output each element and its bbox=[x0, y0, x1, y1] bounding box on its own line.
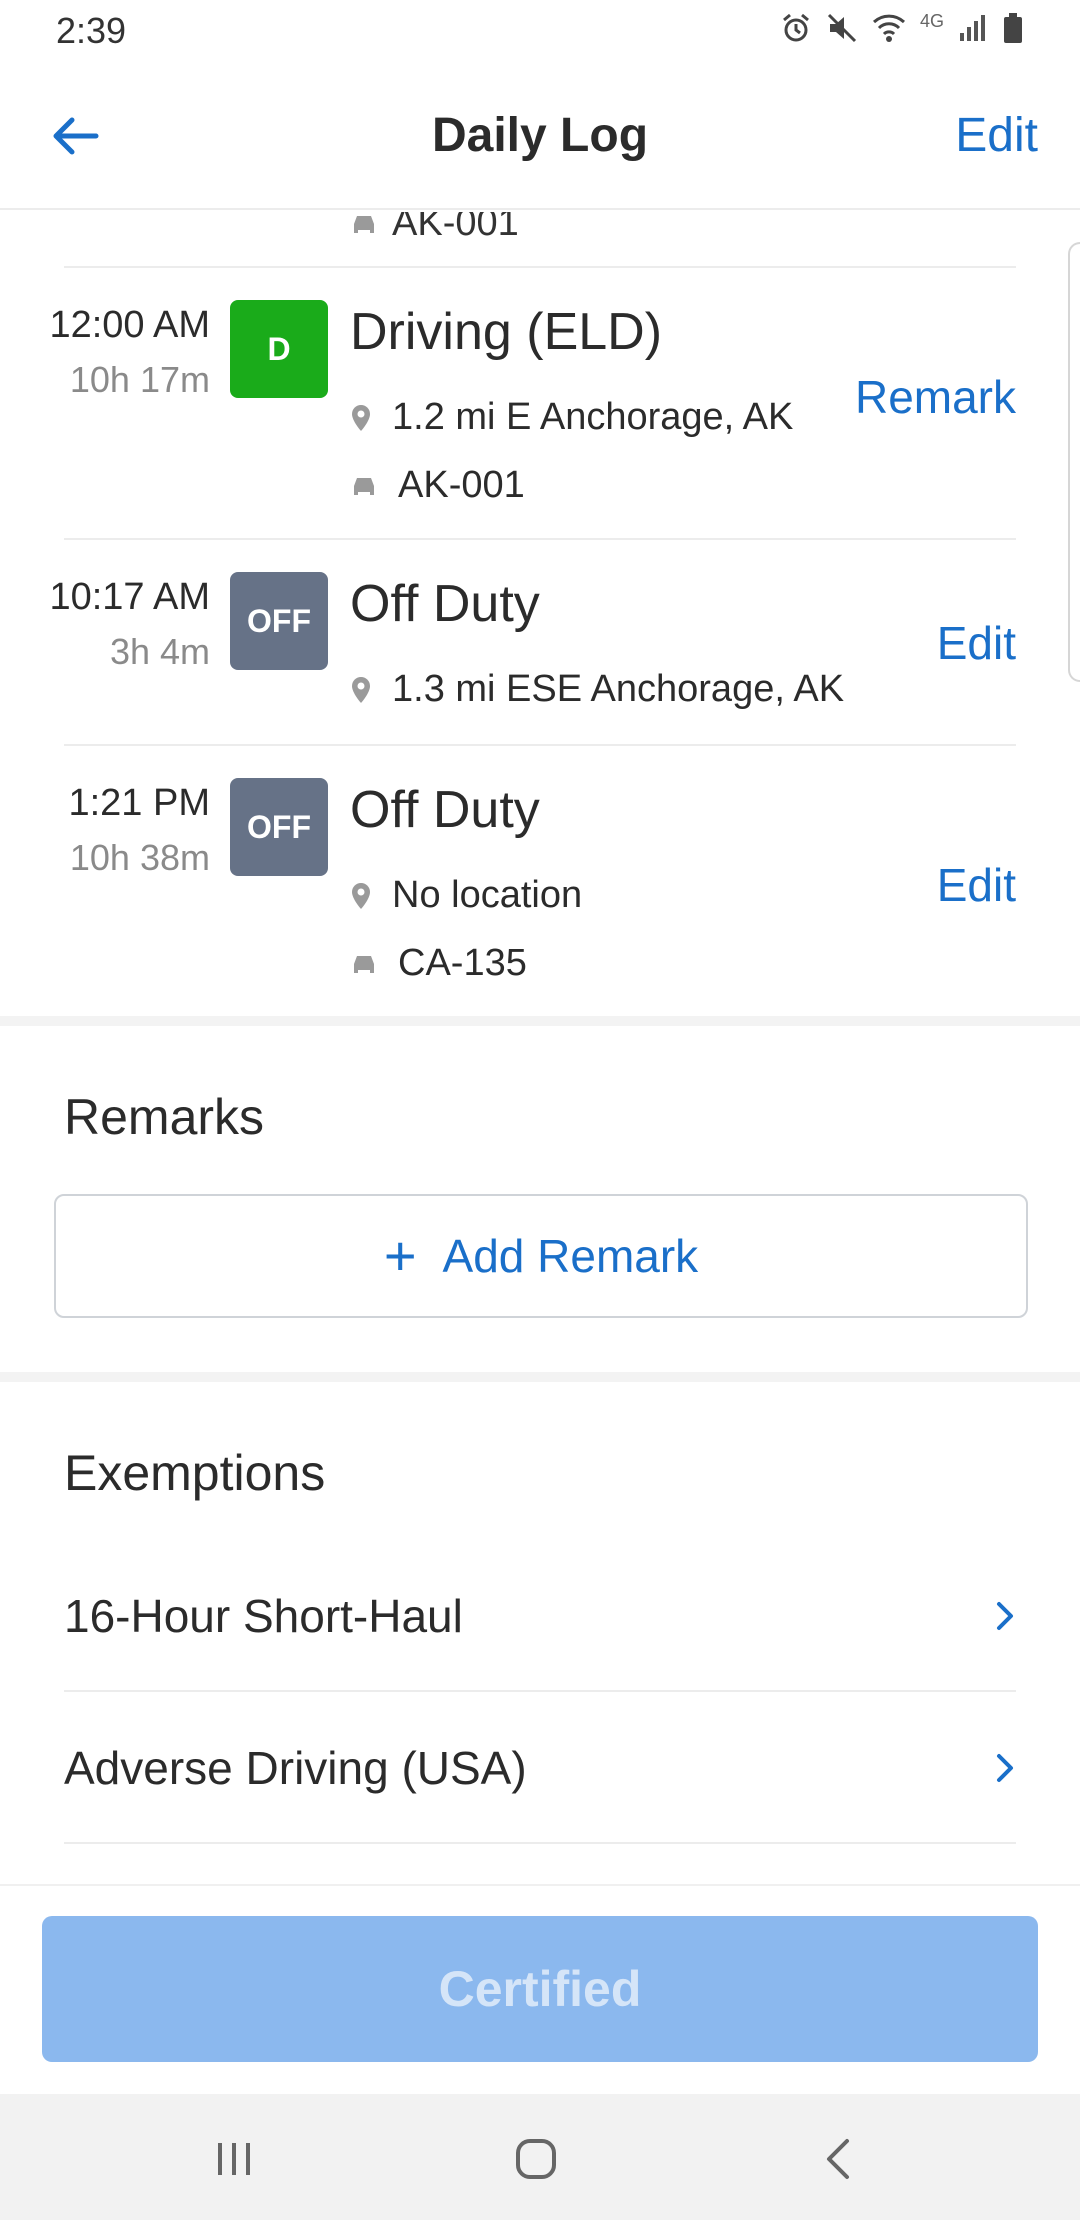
battery-icon bbox=[1004, 13, 1022, 43]
location-pin-icon bbox=[352, 676, 370, 703]
log-entry-off-duty[interactable]: 1:21 PM 10h 38m OFF Off Duty No location… bbox=[0, 746, 1080, 1018]
remark-button[interactable]: Remark bbox=[855, 370, 1016, 424]
app-header: Daily Log Edit bbox=[0, 64, 1080, 210]
clipped-row-vehicle: AK-001 bbox=[350, 212, 519, 245]
car-icon bbox=[354, 215, 374, 233]
system-nav-bar bbox=[0, 2094, 1080, 2220]
status-title: Driving (ELD) bbox=[350, 303, 663, 361]
wifi-icon bbox=[872, 14, 906, 42]
status-bar: 2:39 4G bbox=[0, 0, 1080, 64]
page-title: Daily Log bbox=[431, 109, 649, 162]
location-pin-icon bbox=[352, 404, 370, 431]
network-label: 4G bbox=[919, 10, 944, 31]
certified-button[interactable]: Certified bbox=[42, 1916, 1038, 2062]
location-label: 1.3 mi ESE Anchorage, AK bbox=[392, 668, 845, 710]
start-time: 1:21 PM bbox=[68, 782, 210, 824]
edit-button[interactable]: Edit bbox=[937, 616, 1016, 670]
plus-icon: + bbox=[383, 1224, 417, 1287]
exemption-label: 16-Hour Short-Haul bbox=[64, 1590, 463, 1642]
location-detail: 1.3 mi ESE Anchorage, AK bbox=[350, 668, 844, 711]
exemptions-title: Exemptions bbox=[64, 1445, 326, 1501]
header-edit-button[interactable]: Edit bbox=[955, 108, 1038, 163]
recent-apps-icon bbox=[218, 2143, 250, 2175]
chevron-right-icon bbox=[997, 1754, 1013, 1782]
footer: Certified bbox=[0, 1884, 1080, 2094]
recent-apps-button[interactable] bbox=[204, 2134, 264, 2184]
section-separator bbox=[0, 1372, 1080, 1382]
entry-time: 10:17 AM 3h 4m bbox=[49, 576, 210, 673]
vehicle-label: AK-001 bbox=[392, 212, 519, 244]
status-icons: 4G bbox=[780, 10, 1024, 44]
duration: 10h 17m bbox=[69, 359, 210, 400]
log-entry-off-duty[interactable]: 10:17 AM 3h 4m OFF Off Duty 1.3 mi ESE A… bbox=[0, 540, 1080, 744]
exemption-label: Adverse Driving (USA) bbox=[64, 1742, 527, 1794]
mute-icon bbox=[827, 13, 857, 43]
entry-time: 1:21 PM 10h 38m bbox=[68, 782, 210, 879]
vehicle-detail: AK-001 bbox=[350, 464, 525, 507]
status-title: Off Duty bbox=[350, 575, 540, 633]
car-icon bbox=[354, 955, 374, 973]
off-duty-badge: OFF bbox=[230, 778, 328, 876]
chevron-right-icon bbox=[997, 1602, 1013, 1630]
location-detail: 1.2 mi E Anchorage, AK bbox=[350, 396, 793, 439]
remarks-title: Remarks bbox=[64, 1089, 265, 1145]
vehicle-label: CA-135 bbox=[398, 942, 527, 984]
entry-time: 12:00 AM 10h 17m bbox=[49, 304, 210, 401]
alarm-icon bbox=[783, 13, 809, 42]
add-remark-button[interactable]: + Add Remark bbox=[54, 1194, 1028, 1318]
log-content[interactable]: AK-001 12:00 AM 10h 17m D Driving (ELD) … bbox=[0, 212, 1080, 1884]
add-remark-label: Add Remark bbox=[442, 1230, 699, 1282]
duration: 10h 38m bbox=[69, 837, 210, 878]
vehicle-label: AK-001 bbox=[398, 464, 525, 506]
location-pin-icon bbox=[352, 882, 370, 909]
driving-badge: D bbox=[230, 300, 328, 398]
signal-icon bbox=[960, 15, 985, 41]
location-label: No location bbox=[392, 874, 583, 916]
location-detail: No location bbox=[350, 874, 582, 917]
home-icon bbox=[516, 2139, 556, 2179]
section-separator bbox=[0, 1016, 1080, 1026]
start-time: 10:17 AM bbox=[49, 576, 210, 618]
off-duty-badge: OFF bbox=[230, 572, 328, 670]
back-icon bbox=[827, 2139, 849, 2179]
back-nav-button[interactable] bbox=[808, 2134, 868, 2184]
edit-button[interactable]: Edit bbox=[937, 858, 1016, 912]
car-icon bbox=[354, 477, 374, 495]
exemption-item-adverse-driving[interactable]: Adverse Driving (USA) bbox=[64, 1694, 1016, 1844]
log-entry-driving[interactable]: 12:00 AM 10h 17m D Driving (ELD) 1.2 mi … bbox=[0, 268, 1080, 538]
vehicle-detail: CA-135 bbox=[350, 942, 527, 985]
exemption-item-short-haul[interactable]: 16-Hour Short-Haul bbox=[64, 1542, 1016, 1692]
status-time: 2:39 bbox=[56, 10, 127, 51]
start-time: 12:00 AM bbox=[49, 304, 210, 346]
duration: 3h 4m bbox=[109, 631, 210, 672]
home-button[interactable] bbox=[506, 2134, 566, 2184]
status-title: Off Duty bbox=[350, 781, 540, 839]
location-label: 1.2 mi E Anchorage, AK bbox=[392, 396, 794, 438]
